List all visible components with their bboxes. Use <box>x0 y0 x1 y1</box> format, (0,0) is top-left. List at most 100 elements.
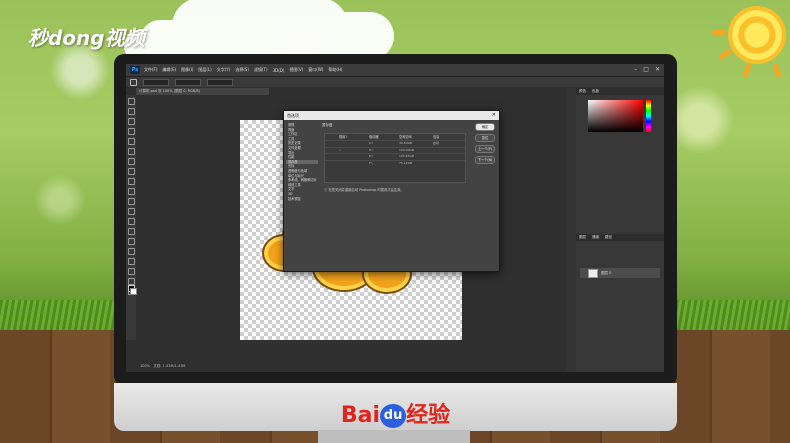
document-size: 文档: 1.43M/1.43M <box>153 364 186 368</box>
pen-tool-icon[interactable] <box>127 238 135 245</box>
shape-tool-icon[interactable] <box>127 268 135 275</box>
layers-panel-tabs: 图层 通道 路径 <box>576 234 664 241</box>
option-field[interactable] <box>207 78 233 86</box>
free-cell: 30.60GB <box>399 141 412 145</box>
minimize-button[interactable]: – <box>634 66 637 73</box>
crop-tool-icon[interactable] <box>127 138 135 145</box>
sun-ray <box>712 30 726 35</box>
section-title: 暂存盘 <box>322 123 333 127</box>
brand-jingyan: 经验 <box>406 403 451 428</box>
type-tool-icon[interactable] <box>127 248 135 255</box>
menu-window[interactable]: 窗口(W) <box>308 67 323 73</box>
maximize-button[interactable]: □ <box>643 66 649 73</box>
menu-edit[interactable]: 编辑(E) <box>162 67 176 73</box>
col-active: 现用? <box>339 135 348 139</box>
scratch-disk-table: 现用? 驱动器 空闲空间 信息 C:\ 30.60GB 启动 ✓ D:\ 120… <box>324 133 466 183</box>
active-checkbox[interactable] <box>325 154 369 160</box>
brush-tool-icon[interactable] <box>127 168 135 175</box>
active-checkbox[interactable] <box>325 141 369 147</box>
col-drive: 驱动器 <box>369 135 379 139</box>
menu-help[interactable]: 帮助(H) <box>328 67 342 73</box>
move-tool-icon[interactable] <box>127 98 135 105</box>
layer-row[interactable]: 图层 0 <box>580 268 660 278</box>
menu-file[interactable]: 文件(F) <box>144 67 157 73</box>
menu-3d[interactable]: 3D(D) <box>273 68 285 73</box>
menu-filter[interactable]: 滤镜(T) <box>254 67 268 73</box>
monitor-chin: Bai du 经验 <box>114 383 677 431</box>
option-field[interactable] <box>143 78 169 86</box>
path-select-icon[interactable] <box>127 258 135 265</box>
info-cell <box>433 161 463 167</box>
zoom-level: 100% <box>140 364 151 368</box>
window-controls: – □ ✕ <box>634 66 660 73</box>
ok-button[interactable]: 确定 <box>475 123 495 131</box>
tab-layers[interactable]: 图层 <box>579 234 586 241</box>
dialog-title: 首选项 <box>287 113 299 118</box>
background-color-swatch[interactable] <box>130 288 137 295</box>
col-info: 信息 <box>433 135 440 139</box>
sun-icon <box>728 6 786 64</box>
drive-cell: D:\ <box>369 147 374 152</box>
stamp-tool-icon[interactable] <box>127 178 135 185</box>
close-icon[interactable]: ✕ <box>492 111 496 120</box>
options-bar <box>126 76 664 87</box>
active-checkbox[interactable] <box>325 161 369 167</box>
color-panel-tabs: 颜色 色板 <box>576 88 664 95</box>
menu-type[interactable]: 文字(Y) <box>217 67 231 73</box>
table-row[interactable]: E:\ 105.65GB <box>325 153 465 160</box>
right-panels: 颜色 色板 图层 通道 路径 图层 0 <box>576 88 664 372</box>
lasso-tool-icon[interactable] <box>127 118 135 125</box>
eyedropper-tool-icon[interactable] <box>127 148 135 155</box>
photoshop-app-icon: Ps <box>130 66 140 74</box>
history-brush-icon[interactable] <box>127 188 135 195</box>
menu-image[interactable]: 图像(I) <box>181 67 193 73</box>
option-field[interactable] <box>175 78 201 86</box>
table-header: 现用? 驱动器 空闲空间 信息 <box>325 134 465 140</box>
tab-swatches[interactable]: 色板 <box>592 88 599 95</box>
tab-color[interactable]: 颜色 <box>579 88 586 95</box>
menu-view[interactable]: 视图(V) <box>289 67 303 73</box>
dialog-buttons: 确定 复位 上一个(P) 下一个(N) <box>475 123 495 167</box>
baidu-jingyan-logo: Bai du 经验 <box>114 397 677 429</box>
close-button[interactable]: ✕ <box>655 66 660 73</box>
info-cell: 启动 <box>433 141 440 145</box>
paw-icon: du <box>380 404 407 428</box>
sun-ray <box>717 48 733 61</box>
free-cell: 75.12GB <box>399 160 412 165</box>
menu-select[interactable]: 选择(S) <box>235 67 249 73</box>
color-picker-field[interactable] <box>588 100 643 132</box>
info-icon: ⓘ <box>324 188 328 192</box>
marquee-tool-icon[interactable] <box>127 108 135 115</box>
next-button[interactable]: 下一个(N) <box>475 156 495 164</box>
active-checkbox[interactable]: ✓ <box>325 148 369 154</box>
document-tab[interactable]: 计算机.psd @ 100% (图层 0, RGB/8) <box>136 88 269 95</box>
info-cell <box>433 154 463 160</box>
table-row[interactable]: ✓ D:\ 120.00GB <box>325 146 465 154</box>
healing-tool-icon[interactable] <box>127 158 135 165</box>
free-cell: 105.65GB <box>399 154 414 158</box>
quick-select-tool-icon[interactable] <box>127 128 135 135</box>
blur-tool-icon[interactable] <box>127 218 135 225</box>
note-text: 在您关闭并重新启动 Photoshop 时更改才会生效。 <box>328 188 404 192</box>
sun-ray <box>742 63 752 78</box>
layers-panel: 图层 通道 路径 <box>576 234 664 241</box>
menu-bar: Ps 文件(F) 编辑(E) 图像(I) 图层(L) 文字(Y) 选择(S) 滤… <box>126 64 664 76</box>
menu-layer[interactable]: 图层(L) <box>198 67 211 73</box>
hue-slider[interactable] <box>646 100 651 132</box>
preferences-dialog: 首选项 ✕ 常规 界面 工作区 工具 历史记录 文件处理 导出 性能 暂存盘 光… <box>283 110 500 272</box>
reset-button[interactable]: 复位 <box>475 134 495 142</box>
dodge-tool-icon[interactable] <box>127 228 135 235</box>
move-tool-icon[interactable] <box>130 78 137 86</box>
drive-cell: F:\ <box>369 160 373 165</box>
gradient-tool-icon[interactable] <box>127 208 135 215</box>
table-row[interactable]: F:\ 75.12GB <box>325 159 465 167</box>
eraser-tool-icon[interactable] <box>127 198 135 205</box>
free-cell: 120.00GB <box>399 147 414 152</box>
tab-paths[interactable]: 路径 <box>605 234 612 241</box>
hand-tool-icon[interactable] <box>127 278 135 285</box>
photoshop-window: Ps 文件(F) 编辑(E) 图像(I) 图层(L) 文字(Y) 选择(S) 滤… <box>126 64 664 372</box>
prev-button[interactable]: 上一个(P) <box>475 145 495 153</box>
nav-item[interactable]: 技术预览 <box>286 197 318 202</box>
tab-channels[interactable]: 通道 <box>592 234 599 241</box>
table-row[interactable]: C:\ 30.60GB 启动 <box>325 140 465 147</box>
